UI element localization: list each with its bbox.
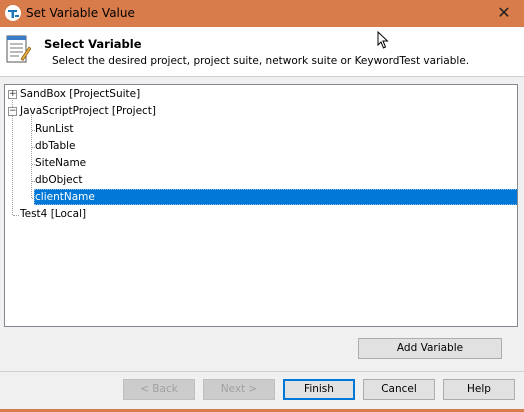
expand-toggle[interactable]: +	[8, 90, 17, 99]
tree-item-label: RunList	[35, 123, 74, 135]
title-bar: Set Variable Value ✕	[0, 0, 524, 27]
mouse-cursor-icon	[377, 31, 389, 49]
finish-button[interactable]: Finish	[283, 379, 355, 400]
close-icon: ✕	[497, 3, 511, 22]
tree-connector	[31, 115, 32, 198]
cancel-button[interactable]: Cancel	[363, 379, 435, 400]
tree-item-label: clientName	[35, 191, 95, 203]
page-title: Select Variable	[44, 37, 142, 51]
next-button[interactable]: Next >	[203, 379, 275, 400]
tree-item-dbobject[interactable]: dbObject	[35, 172, 83, 189]
button-separator	[0, 371, 524, 372]
tree-item-runlist[interactable]: RunList	[35, 121, 74, 138]
back-button[interactable]: < Back	[123, 379, 195, 400]
collapse-toggle[interactable]: −	[8, 107, 17, 116]
add-variable-button[interactable]: Add Variable	[358, 338, 502, 359]
tree-item-test4[interactable]: Test4 [Local]	[20, 206, 86, 223]
tree-item-clientname[interactable]: clientName	[35, 189, 95, 206]
tree-item-label: SiteName	[35, 157, 87, 169]
tree-item-sitename[interactable]: SiteName	[35, 155, 86, 172]
wizard-header: Select Variable Select the desired proje…	[0, 27, 524, 77]
tree-item-label: JavaScriptProject [Project]	[20, 105, 157, 117]
tree-item-javascriptproject[interactable]: JavaScriptProject [Project]	[20, 103, 156, 120]
tree-item-label: dbTable	[35, 140, 76, 152]
testcomplete-logo-icon	[5, 5, 21, 21]
tree-connector	[13, 215, 19, 216]
tree-item-label: dbObject	[35, 174, 83, 186]
window-title: Set Variable Value	[26, 6, 135, 20]
tree-item-sandbox[interactable]: SandBox [ProjectSuite]	[20, 86, 140, 103]
tree-item-dbtable[interactable]: dbTable	[35, 138, 75, 155]
help-button[interactable]: Help	[443, 379, 515, 400]
close-button[interactable]: ✕	[492, 2, 516, 24]
tree-item-label: SandBox [ProjectSuite]	[20, 88, 141, 100]
variable-tree[interactable]: + SandBox [ProjectSuite] − JavaScriptPro…	[4, 84, 518, 327]
tree-item-label: Test4 [Local]	[20, 208, 87, 220]
page-description: Select the desired project, project suit…	[52, 55, 470, 67]
document-edit-icon	[6, 35, 31, 63]
tree-selection-highlight	[34, 189, 517, 205]
